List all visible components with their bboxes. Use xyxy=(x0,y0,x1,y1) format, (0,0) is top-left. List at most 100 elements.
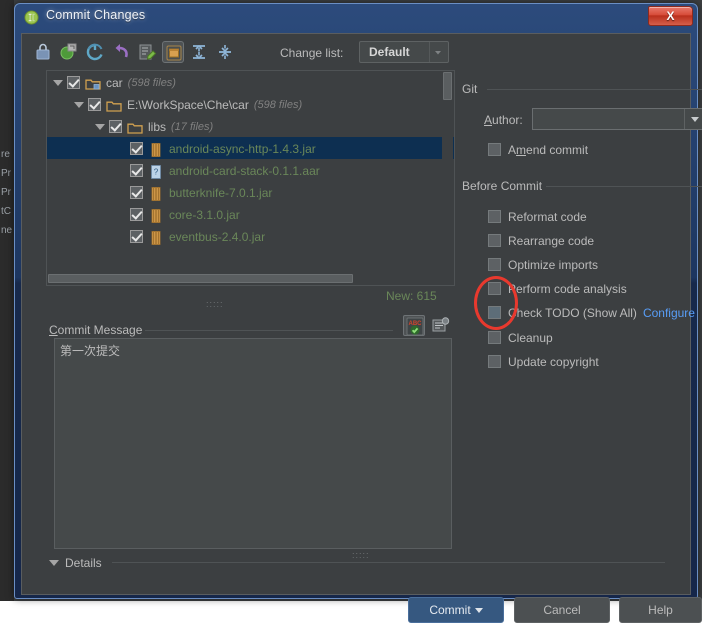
changes-toolbar: Change list: Default xyxy=(22,36,690,68)
tree-row-name: core-3.1.0.jar xyxy=(169,207,240,222)
tree-row[interactable]: E:\WorkSpace\Che\car (598 files) xyxy=(47,93,454,115)
group-by-module-icon[interactable] xyxy=(162,41,184,63)
tree-row-name: android-async-http-1.4.3.jar xyxy=(169,141,316,156)
before-commit-group-title: Before Commit xyxy=(462,179,543,193)
jar-file-icon xyxy=(148,208,164,223)
tree-row-name: butterknife-7.0.1.jar xyxy=(169,185,273,200)
tree-row[interactable]: car (598 files) xyxy=(47,71,454,93)
before-commit-option[interactable]: Rearrange code xyxy=(488,233,594,253)
tree-row[interactable]: core-3.1.0.jar xyxy=(47,203,454,225)
tree-row-name: libs xyxy=(148,119,167,134)
git-group-title: Git xyxy=(462,82,478,96)
collapse-all-icon[interactable] xyxy=(214,41,236,63)
before-commit-option[interactable]: Optimize imports xyxy=(488,257,598,277)
author-mnemonic: A xyxy=(484,113,493,127)
chevron-down-icon xyxy=(474,607,483,613)
tree-rows-container: car (598 files) E:\WorkSpace\Che\car (598 f… xyxy=(47,71,454,247)
details-label: Details xyxy=(65,555,102,570)
checkbox-box xyxy=(488,355,501,369)
tree-vertical-scroll-thumb[interactable] xyxy=(443,72,452,100)
horizontal-splitter-handle[interactable]: ::::: xyxy=(352,550,370,560)
chevron-down-icon[interactable] xyxy=(74,101,84,108)
dialog-title: Commit Changes xyxy=(46,8,146,22)
edit-source-icon[interactable] xyxy=(136,41,158,63)
rollback-icon[interactable] xyxy=(110,41,132,63)
tree-row-checkbox[interactable] xyxy=(130,230,143,244)
amend-commit-checkbox[interactable]: Amend commit xyxy=(488,142,588,162)
message-history-icon[interactable] xyxy=(431,316,451,335)
commit-message-label: Commit Message xyxy=(49,323,142,337)
tree-row-checkbox[interactable] xyxy=(109,120,122,134)
commit-message-label-rest: ommit Message xyxy=(57,323,143,337)
change-list-label: Change list: xyxy=(280,46,344,60)
option-label: Cleanup xyxy=(508,330,553,345)
tree-row-count: (598 files) xyxy=(253,98,303,111)
tree-row-checkbox[interactable] xyxy=(130,142,143,156)
chevron-down-icon xyxy=(429,42,445,62)
amend-commit-label: Amend commit xyxy=(508,142,589,157)
tree-row[interactable]: butterknife-7.0.1.jar xyxy=(47,181,454,203)
change-list-combobox[interactable]: Default xyxy=(359,41,449,63)
tree-row-checkbox[interactable] xyxy=(130,186,143,200)
tree-row-name: android-card-stack-0.1.1.aar xyxy=(169,163,320,178)
option-label: Reformat code xyxy=(508,209,587,224)
before-commit-option[interactable]: Check TODO (Show All) Configure xyxy=(488,305,695,325)
tree-row-name: car xyxy=(106,75,123,90)
tree-horizontal-scroll-thumb[interactable] xyxy=(48,274,353,283)
module-folder-icon xyxy=(85,76,101,90)
before-commit-option[interactable]: Reformat code xyxy=(488,209,587,229)
expand-all-icon[interactable] xyxy=(188,41,210,63)
tree-row[interactable]: libs (17 files) xyxy=(47,115,454,137)
vertical-splitter-handle[interactable]: ::::: xyxy=(206,299,224,309)
tree-row[interactable]: ? android-card-stack-0.1.1.aar xyxy=(47,159,454,181)
chevron-down-icon[interactable] xyxy=(684,109,702,129)
show-diff-icon[interactable] xyxy=(32,41,54,63)
tree-row-checkbox[interactable] xyxy=(130,164,143,178)
changed-files-tree[interactable]: car (598 files) E:\WorkSpace\Che\car (598 f… xyxy=(46,70,455,286)
tree-row-name: eventbus-2.4.0.jar xyxy=(169,229,266,244)
commit-message-separator xyxy=(145,330,393,331)
author-combobox[interactable] xyxy=(532,108,702,130)
author-label: Author: xyxy=(484,113,523,127)
close-button[interactable]: X xyxy=(648,6,693,26)
tree-row-checkbox[interactable] xyxy=(88,98,101,112)
refresh-icon[interactable] xyxy=(84,41,106,63)
option-label: Optimize imports xyxy=(508,257,599,272)
checkbox-box xyxy=(488,306,501,320)
option-label: Check TODO (Show All) xyxy=(508,305,637,320)
option-label: Rearrange code xyxy=(508,233,595,248)
spellcheck-abc-icon[interactable]: ABC xyxy=(403,315,425,336)
background-editor-strip: re Pr Pr tC ne xyxy=(0,0,14,601)
tree-row[interactable]: android-async-http-1.4.3.jar xyxy=(47,137,454,159)
details-expander[interactable]: Details xyxy=(49,555,102,571)
aar-file-icon: ? xyxy=(148,164,164,179)
checkbox-box xyxy=(488,210,501,224)
chevron-down-icon[interactable] xyxy=(53,79,63,86)
folder-icon xyxy=(106,98,122,112)
option-label: Update copyright xyxy=(508,354,599,369)
tree-row-count: (17 files) xyxy=(171,120,214,133)
tree-row-checkbox[interactable] xyxy=(130,208,143,222)
before-commit-option[interactable]: Perform code analysis xyxy=(488,281,627,301)
change-list-value: Default xyxy=(369,45,410,59)
tree-row-name: E:\WorkSpace\Che\car xyxy=(127,97,249,112)
dialog-content: Change list: Default car (598 files) E:\Wo… xyxy=(21,33,702,623)
chevron-down-icon[interactable] xyxy=(95,123,105,130)
checkbox-box xyxy=(488,282,501,296)
tree-row-checkbox[interactable] xyxy=(67,76,80,90)
configure-link[interactable]: Configure xyxy=(643,306,695,320)
checkbox-box xyxy=(488,331,501,345)
revert-to-icon[interactable] xyxy=(58,41,80,63)
before-commit-option[interactable]: Update copyright xyxy=(488,354,599,374)
commit-message-input[interactable]: 第一次提交 xyxy=(54,338,452,549)
chevron-down-icon xyxy=(49,559,59,566)
before-commit-option[interactable]: Cleanup xyxy=(488,330,553,350)
tree-vertical-scrollbar[interactable] xyxy=(442,72,453,272)
checkbox-box xyxy=(488,234,501,248)
jar-file-icon xyxy=(148,230,164,245)
tree-horizontal-scrollbar[interactable] xyxy=(48,273,443,284)
background-text-fragment: Pr xyxy=(1,168,11,179)
tree-row[interactable]: eventbus-2.4.0.jar xyxy=(47,225,454,247)
dialog-titlebar[interactable]: Commit Changes X xyxy=(15,4,697,31)
jar-file-icon xyxy=(148,142,164,157)
